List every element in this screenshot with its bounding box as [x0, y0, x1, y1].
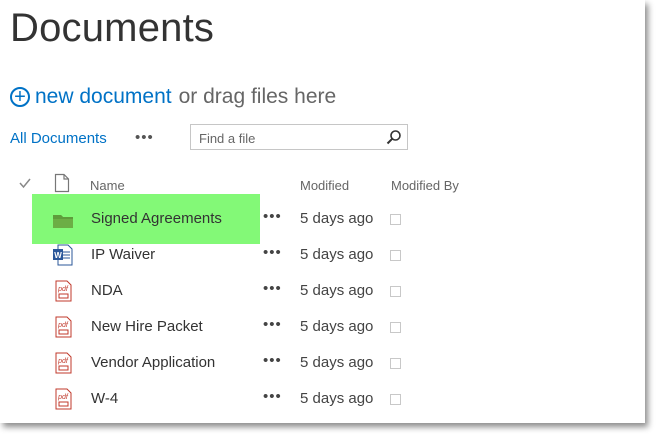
pdf-icon-letter: pdf — [57, 358, 69, 365]
item-more-button[interactable]: ••• — [263, 316, 282, 333]
item-more-button[interactable]: ••• — [263, 388, 282, 405]
page-title: Documents — [10, 6, 215, 50]
list-item[interactable]: pdf W-4 ••• 5 days ago — [0, 382, 640, 418]
word-document-icon: W — [53, 244, 73, 266]
view-all-documents[interactable]: All Documents — [10, 130, 107, 147]
modified-date: 5 days ago — [300, 246, 374, 263]
column-header-modified[interactable]: Modified — [300, 178, 349, 193]
list-item[interactable]: Signed Agreements ••• 5 days ago — [0, 194, 640, 244]
search-icon[interactable] — [386, 129, 402, 145]
item-more-button[interactable]: ••• — [263, 244, 282, 261]
folder-icon — [53, 215, 73, 228]
modified-by-placeholder — [390, 214, 401, 225]
new-document-command: + new document or drag files here — [10, 85, 336, 109]
pdf-icon-letter: pdf — [57, 322, 69, 329]
modified-by-placeholder — [390, 250, 401, 261]
list-item[interactable]: W IP Waiver ••• 5 days ago — [0, 238, 640, 274]
file-name-link[interactable]: IP Waiver — [91, 246, 155, 263]
new-document-link[interactable]: new document — [35, 85, 172, 109]
add-circle-icon[interactable]: + — [10, 87, 30, 107]
modified-date: 5 days ago — [300, 210, 374, 227]
item-more-button[interactable]: ••• — [263, 208, 282, 225]
drag-files-hint: or drag files here — [178, 85, 337, 108]
file-name-link[interactable]: New Hire Packet — [91, 318, 203, 335]
select-all-checkmark-icon[interactable] — [18, 176, 32, 190]
file-name-link[interactable]: W-4 — [91, 390, 118, 407]
column-header-name[interactable]: Name — [90, 178, 125, 193]
list-item[interactable]: pdf Vendor Application ••• 5 days ago — [0, 346, 640, 382]
pdf-icon: pdf — [55, 352, 72, 374]
column-header-modified-by[interactable]: Modified By — [391, 178, 459, 193]
pdf-icon-letter: pdf — [57, 394, 69, 401]
view-more-button[interactable]: ••• — [135, 129, 154, 146]
pdf-icon: pdf — [55, 388, 72, 410]
view-bar: All Documents ••• — [10, 124, 430, 154]
modified-by-placeholder — [390, 322, 401, 333]
search-box — [190, 124, 408, 150]
modified-date: 5 days ago — [300, 318, 374, 335]
item-more-button[interactable]: ••• — [263, 352, 282, 369]
modified-date: 5 days ago — [300, 390, 374, 407]
word-icon-letter: W — [54, 251, 62, 260]
list-item[interactable]: pdf NDA ••• 5 days ago — [0, 274, 640, 310]
modified-date: 5 days ago — [300, 282, 374, 299]
item-more-button[interactable]: ••• — [263, 280, 282, 297]
file-name-link[interactable]: NDA — [91, 282, 123, 299]
modified-date: 5 days ago — [300, 354, 374, 371]
file-name-link[interactable]: Vendor Application — [91, 354, 215, 371]
file-name-link[interactable]: Signed Agreements — [91, 210, 222, 227]
search-input[interactable] — [197, 126, 381, 150]
modified-by-placeholder — [390, 394, 401, 405]
list-item[interactable]: pdf New Hire Packet ••• 5 days ago — [0, 310, 640, 346]
document-library: Documents + new document or drag files h… — [0, 0, 645, 423]
pdf-icon: pdf — [55, 280, 72, 302]
modified-by-placeholder — [390, 286, 401, 297]
pdf-icon-letter: pdf — [57, 286, 69, 293]
pdf-icon: pdf — [55, 316, 72, 338]
modified-by-placeholder — [390, 358, 401, 369]
file-type-icon[interactable] — [54, 173, 70, 193]
